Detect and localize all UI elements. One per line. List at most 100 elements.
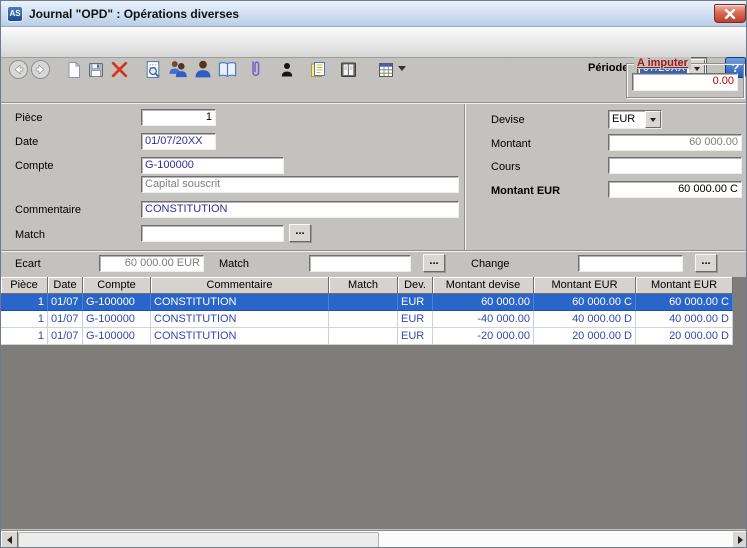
column-header[interactable]: Montant EUR: [534, 277, 636, 294]
table-cell[interactable]: -20 000.00: [433, 328, 534, 345]
montant-eur-field[interactable]: 60 000.00 C: [608, 181, 742, 198]
horizontal-scrollbar[interactable]: [1, 530, 747, 548]
change-label: Change: [471, 258, 510, 270]
title-bar[interactable]: AS Journal "OPD" : Opérations diverses: [1, 1, 747, 27]
table-cell[interactable]: CONSTITUTION: [151, 294, 329, 311]
close-button[interactable]: [714, 4, 746, 23]
table-cell[interactable]: 1: [1, 328, 48, 345]
match-field[interactable]: [141, 225, 284, 242]
delete-button[interactable]: [107, 58, 132, 81]
column-header[interactable]: Pièce: [1, 277, 48, 294]
table-cell[interactable]: 60 000.00: [433, 294, 534, 311]
table-row[interactable]: 101/07G-100000CONSTITUTIONEUR60 000.0060…: [1, 294, 733, 311]
a-imputer-field[interactable]: 0.00: [632, 73, 738, 91]
contact-button[interactable]: [278, 59, 295, 81]
ecart-match-field[interactable]: [309, 255, 411, 272]
table-cell[interactable]: CONSTITUTION: [151, 311, 329, 328]
table-cell[interactable]: EUR: [398, 311, 433, 328]
delete-icon: [109, 59, 130, 80]
table-cell[interactable]: 1: [1, 294, 48, 311]
horizontal-scroll-thumb[interactable]: [18, 532, 379, 548]
table-cell[interactable]: 20 000.00 D: [534, 328, 636, 345]
match-label: Match: [15, 229, 45, 241]
back-icon: [8, 59, 29, 80]
column-header[interactable]: Montant EUR: [636, 277, 733, 294]
table-cell[interactable]: EUR: [398, 328, 433, 345]
devise-combobox[interactable]: EUR: [608, 110, 662, 129]
save-button[interactable]: [85, 58, 107, 81]
column-header[interactable]: Date: [48, 277, 83, 294]
window-title: Journal "OPD" : Opérations diverses: [29, 1, 239, 27]
book-button[interactable]: [215, 58, 240, 81]
grid-view-dropdown-button[interactable]: [396, 66, 407, 75]
table-row[interactable]: 101/07G-100000CONSTITUTIONEUR-20 000.002…: [1, 328, 733, 345]
table-row[interactable]: 101/07G-100000CONSTITUTIONEUR-40 000.004…: [1, 311, 733, 328]
piece-field[interactable]: 1: [141, 109, 216, 126]
user-button[interactable]: [191, 57, 214, 81]
cours-field[interactable]: [608, 157, 742, 174]
ecart-match-browse-button[interactable]: ...: [423, 254, 445, 272]
ecart-label: Ecart: [15, 258, 41, 270]
users-button[interactable]: [165, 57, 191, 81]
change-field[interactable]: [578, 255, 683, 272]
table-cell[interactable]: 01/07: [48, 328, 83, 345]
table-cell[interactable]: 01/07: [48, 311, 83, 328]
forward-icon: [30, 59, 51, 80]
attachment-button[interactable]: [244, 57, 261, 82]
table-cell[interactable]: 01/07: [48, 294, 83, 311]
table-cell[interactable]: 60 000.00 C: [636, 294, 733, 311]
table-cell[interactable]: 20 000.00 D: [636, 328, 733, 345]
arrow-left-icon: [3, 536, 12, 544]
table-cell[interactable]: 60 000.00 C: [534, 294, 636, 311]
users-icon: [166, 58, 190, 80]
column-header[interactable]: Montant devise: [433, 277, 534, 294]
table-cell[interactable]: 40 000.00 D: [636, 311, 733, 328]
new-document-icon: [64, 60, 84, 80]
app-icon: AS: [7, 6, 23, 22]
commentaire-field[interactable]: CONSTITUTION: [141, 201, 459, 218]
preview-button[interactable]: [142, 58, 165, 81]
table-cell[interactable]: [329, 311, 398, 328]
column-header[interactable]: Dev.: [398, 277, 433, 294]
table-cell[interactable]: [329, 328, 398, 345]
divider: [1, 102, 747, 104]
scroll-right-button[interactable]: [732, 531, 747, 548]
panel-divider: [464, 104, 466, 250]
journal-grid: PièceDateCompteCommentaireMatchDev.Monta…: [1, 277, 747, 529]
new-document-button[interactable]: [63, 58, 85, 81]
devise-dropdown-button[interactable]: [645, 111, 661, 128]
table-cell[interactable]: EUR: [398, 294, 433, 311]
a-imputer-groupbox: A imputer 0.00: [626, 63, 744, 98]
table-cell[interactable]: G-100000: [83, 311, 151, 328]
ecart-field: 60 000.00 EUR: [99, 255, 204, 272]
address-book-button[interactable]: [337, 58, 359, 81]
grid-header: PièceDateCompteCommentaireMatchDev.Monta…: [1, 277, 733, 294]
table-cell[interactable]: [329, 294, 398, 311]
scroll-left-button[interactable]: [1, 531, 18, 548]
grid-icon: [376, 60, 396, 80]
match-browse-button[interactable]: ...: [289, 224, 311, 242]
date-field[interactable]: 01/07/20XX: [141, 133, 216, 150]
report-button[interactable]: [307, 58, 329, 81]
compte-field[interactable]: G-100000: [141, 157, 284, 174]
arrow-right-icon: [738, 536, 747, 544]
table-cell[interactable]: 1: [1, 311, 48, 328]
table-cell[interactable]: 40 000.00 D: [534, 311, 636, 328]
app-window: AS Journal "OPD" : Opérations diverses: [0, 0, 747, 548]
cours-label: Cours: [491, 161, 520, 173]
back-button[interactable]: [8, 59, 29, 80]
montant-field: 60 000.00: [608, 134, 742, 151]
table-cell[interactable]: CONSTITUTION: [151, 328, 329, 345]
grid-view-button[interactable]: [375, 58, 396, 81]
table-cell[interactable]: G-100000: [83, 328, 151, 345]
column-header[interactable]: Compte: [83, 277, 151, 294]
table-cell[interactable]: -40 000.00: [433, 311, 534, 328]
column-header[interactable]: Commentaire: [151, 277, 329, 294]
column-header[interactable]: Match: [329, 277, 398, 294]
date-label: Date: [15, 136, 38, 148]
table-cell[interactable]: G-100000: [83, 294, 151, 311]
divider: [1, 250, 747, 252]
forward-button[interactable]: [30, 59, 51, 80]
change-browse-button[interactable]: ...: [695, 254, 717, 272]
montant-label: Montant: [491, 138, 531, 150]
